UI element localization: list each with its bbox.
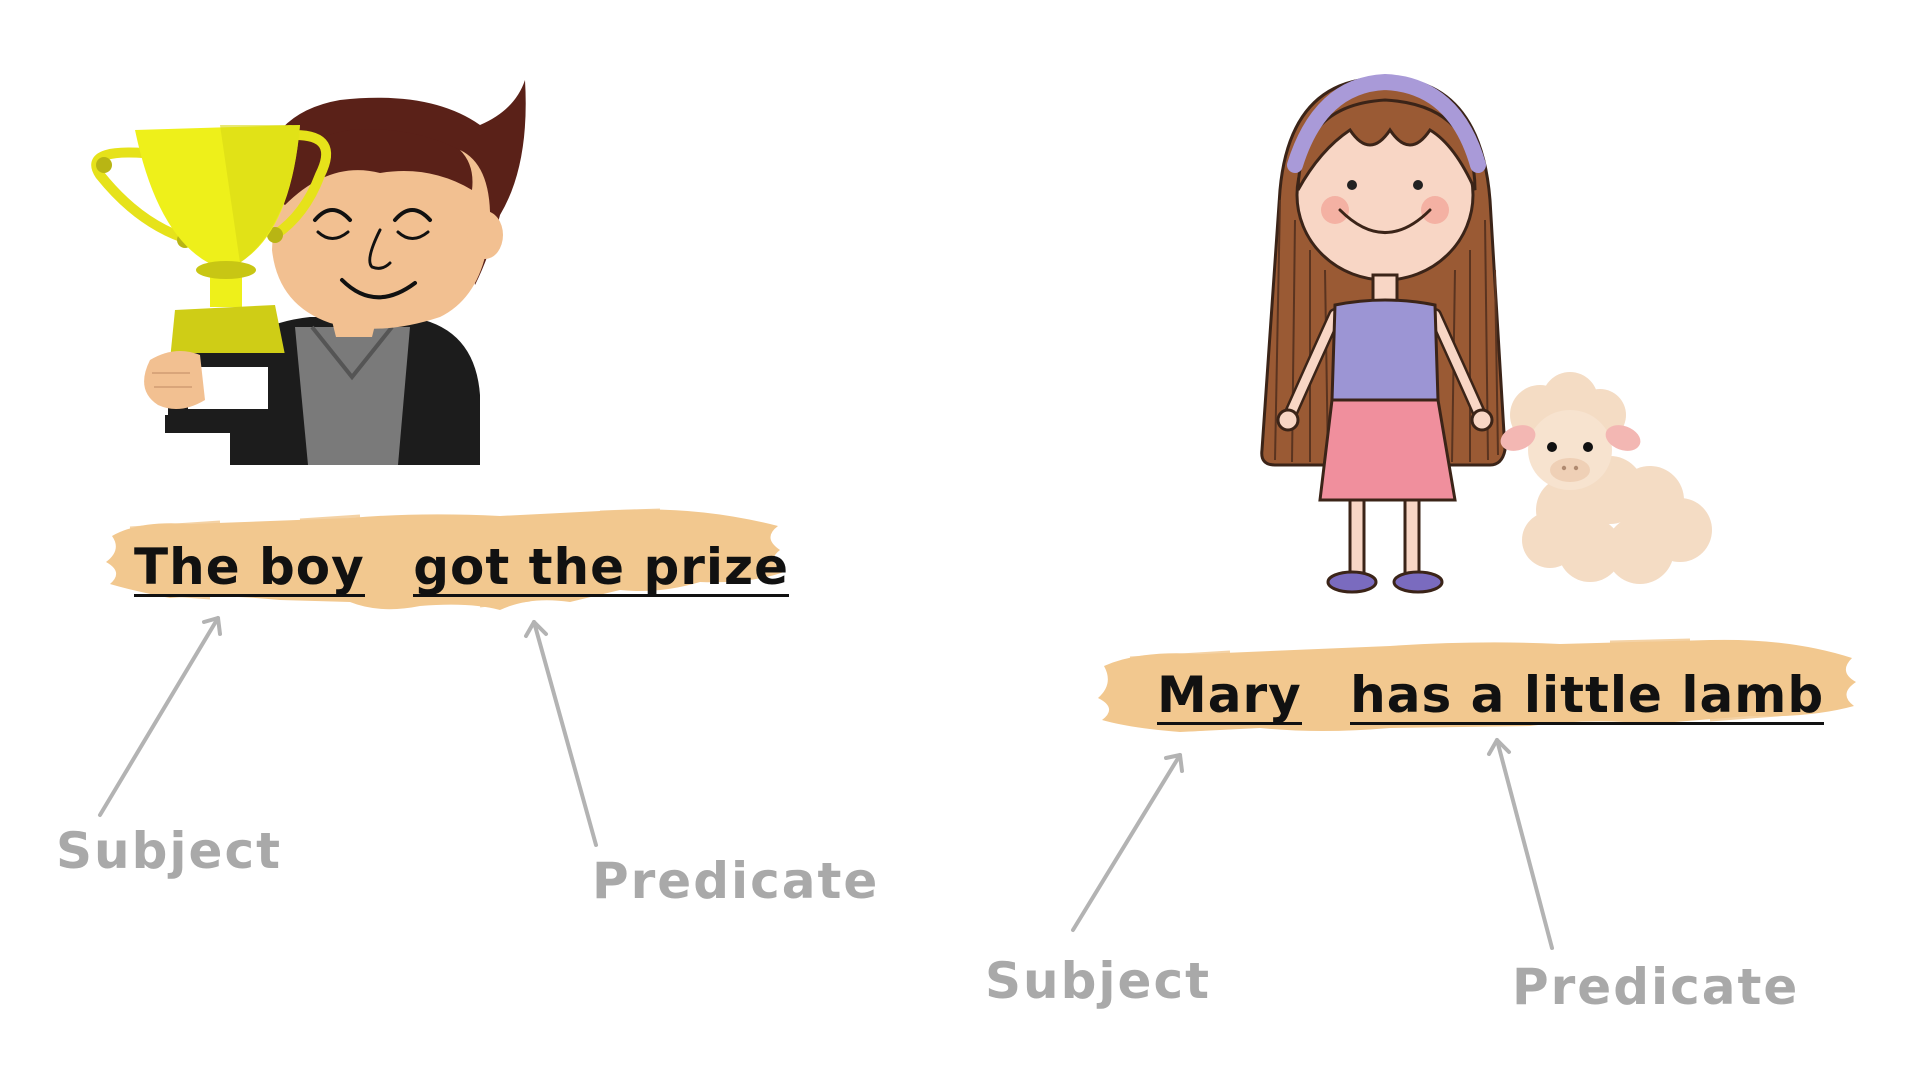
- predicate-arrow-right: [1487, 738, 1554, 950]
- subject-label-left: Subject: [56, 822, 282, 880]
- subject-label-right: Subject: [985, 952, 1211, 1010]
- predicate-label-left: Predicate: [592, 852, 880, 910]
- predicate-label-right: Predicate: [1512, 958, 1800, 1016]
- diagram-canvas: The boy got the prize Mary has a little …: [0, 0, 1920, 1080]
- predicate-arrow-left: [524, 620, 598, 847]
- subject-arrow-right: [1071, 753, 1184, 932]
- subject-arrow-left: [98, 616, 222, 817]
- annotation-arrows: [98, 616, 1554, 950]
